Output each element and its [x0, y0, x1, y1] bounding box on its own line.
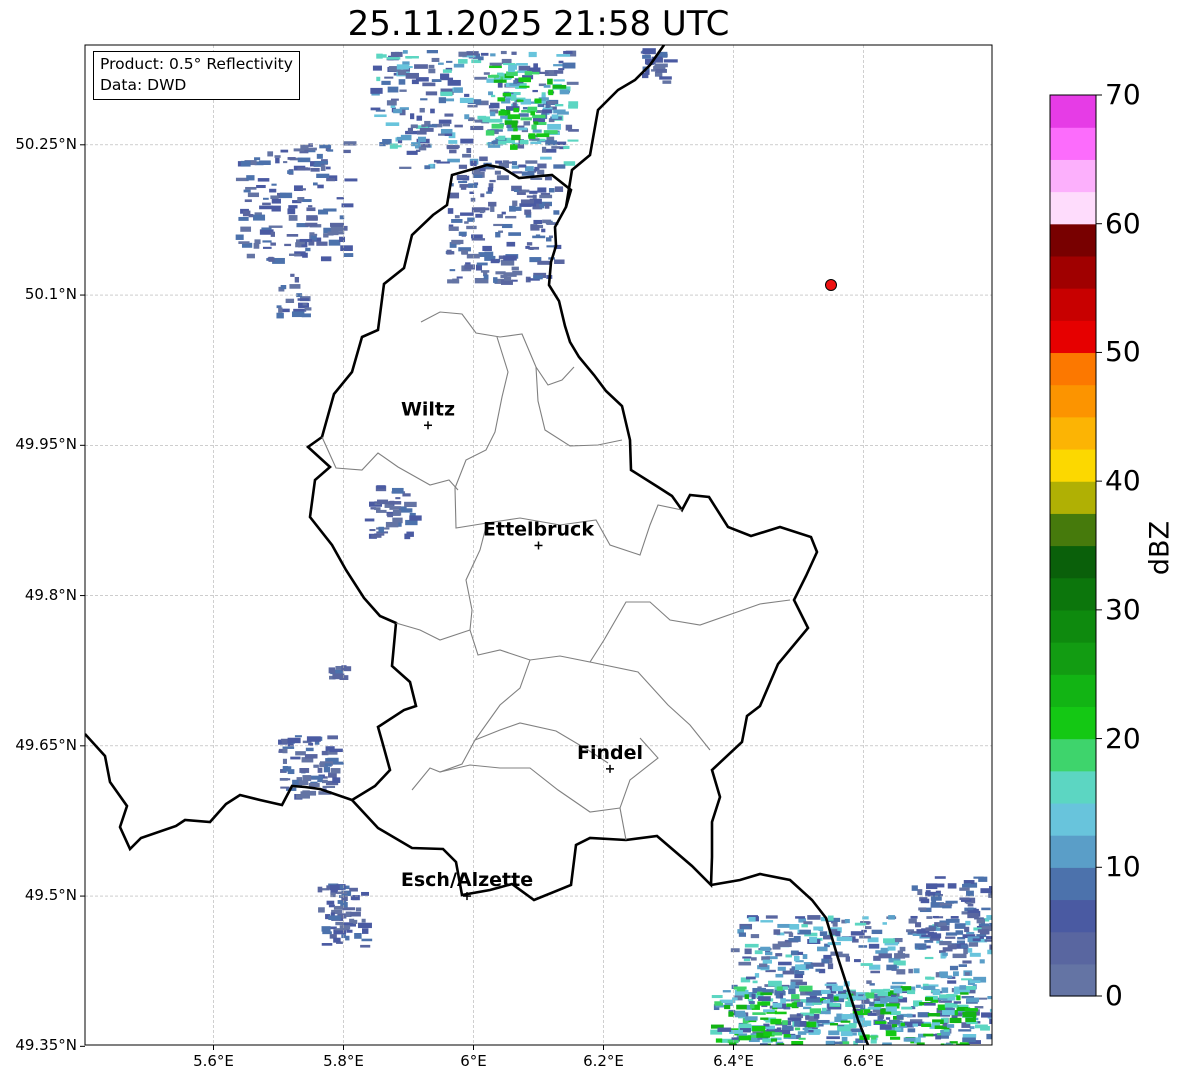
colorbar-tick-label: 10: [1105, 850, 1141, 884]
lat-tick-label: 49.95°N: [15, 435, 77, 454]
colorbar-segment: [1050, 802, 1096, 836]
borders: [85, 45, 870, 1045]
city-ettelbruck: Ettelbruck: [483, 518, 594, 550]
colorbar-segment: [1050, 963, 1096, 997]
city-label: Ettelbruck: [483, 518, 594, 540]
colorbar-tick-label: 20: [1105, 721, 1141, 755]
colorbar-segment: [1050, 931, 1096, 965]
city-label: Wiltz: [401, 398, 455, 420]
lat-tick-label: 50.25°N: [15, 134, 77, 153]
colorbar-tick-label: 70: [1105, 78, 1141, 111]
colorbar-segment: [1050, 416, 1096, 450]
colorbar-segment: [1050, 352, 1096, 386]
city-findel: Findel: [577, 742, 643, 773]
colorbar-segment: [1050, 191, 1096, 225]
lon-tick-label: 5.8°E: [323, 1052, 364, 1070]
city-wiltz: Wiltz: [401, 398, 455, 430]
colorbar-segment: [1050, 288, 1096, 321]
radar-echoes: [235, 48, 992, 1045]
colorbar-segment: [1050, 609, 1096, 643]
info-box: Product: 0.5° Reflectivity Data: DWD: [93, 51, 300, 100]
city-esch-alzette: Esch/Alzette: [401, 869, 533, 901]
colorbar-tick-label: 40: [1105, 464, 1141, 498]
colorbar-segment: [1050, 545, 1096, 579]
lat-tick-label: 49.35°N: [15, 1036, 77, 1055]
colorbar-segment: [1050, 448, 1096, 482]
colorbar-segment: [1050, 255, 1096, 289]
lon-tick-label: 6°E: [460, 1052, 487, 1070]
lat-tick-label: 49.8°N: [24, 585, 77, 604]
city-label: Findel: [577, 742, 643, 764]
location-marker: [825, 279, 837, 292]
colorbar-segment: [1050, 867, 1096, 901]
colorbar-segment: [1050, 513, 1096, 547]
colorbar-segment: [1050, 674, 1096, 707]
lat-tick-label: 49.65°N: [15, 735, 77, 754]
colorbar-segment: [1050, 738, 1096, 772]
colorbar-segment: [1050, 223, 1096, 257]
colorbar: [1049, 94, 1102, 997]
colorbar-label: dBZ: [1144, 520, 1176, 576]
colorbar-tick-label: 30: [1105, 592, 1141, 626]
radar-map: Wiltz Ettelbruck Findel Esch/Alzette: [80, 44, 1102, 1050]
city-markers: Wiltz Ettelbruck Findel Esch/Alzette: [401, 398, 643, 901]
data-source-label: Data: DWD: [100, 76, 187, 94]
colorbar-segment: [1050, 899, 1096, 933]
colorbar-segment: [1050, 642, 1096, 675]
lon-tick-label: 6.6°E: [843, 1052, 884, 1070]
colorbar-segment: [1050, 481, 1096, 514]
product-label: Product: 0.5° Reflectivity: [100, 55, 293, 73]
colorbar-segment: [1050, 835, 1096, 868]
colorbar-tick-label: 0: [1105, 979, 1123, 1012]
colorbar-segment: [1050, 577, 1096, 611]
colorbar-segment: [1050, 159, 1096, 193]
lon-tick-label: 6.2°E: [583, 1052, 624, 1070]
colorbar-segment: [1050, 706, 1096, 740]
colorbar-tick-label: 50: [1105, 335, 1141, 369]
lat-tick-label: 49.5°N: [24, 886, 77, 905]
lon-tick-label: 6.4°E: [713, 1052, 754, 1070]
colorbar-segment: [1050, 127, 1096, 160]
colorbar-tick-label: 60: [1105, 206, 1141, 240]
colorbar-segment: [1050, 95, 1096, 128]
colorbar-segment: [1050, 320, 1096, 354]
colorbar-segment: [1050, 384, 1096, 418]
axis-ticks: [80, 144, 864, 1050]
lat-tick-label: 50.1°N: [24, 285, 77, 304]
colorbar-segment: [1050, 770, 1096, 804]
lon-tick-label: 5.6°E: [193, 1052, 234, 1070]
city-label: Esch/Alzette: [401, 869, 533, 891]
